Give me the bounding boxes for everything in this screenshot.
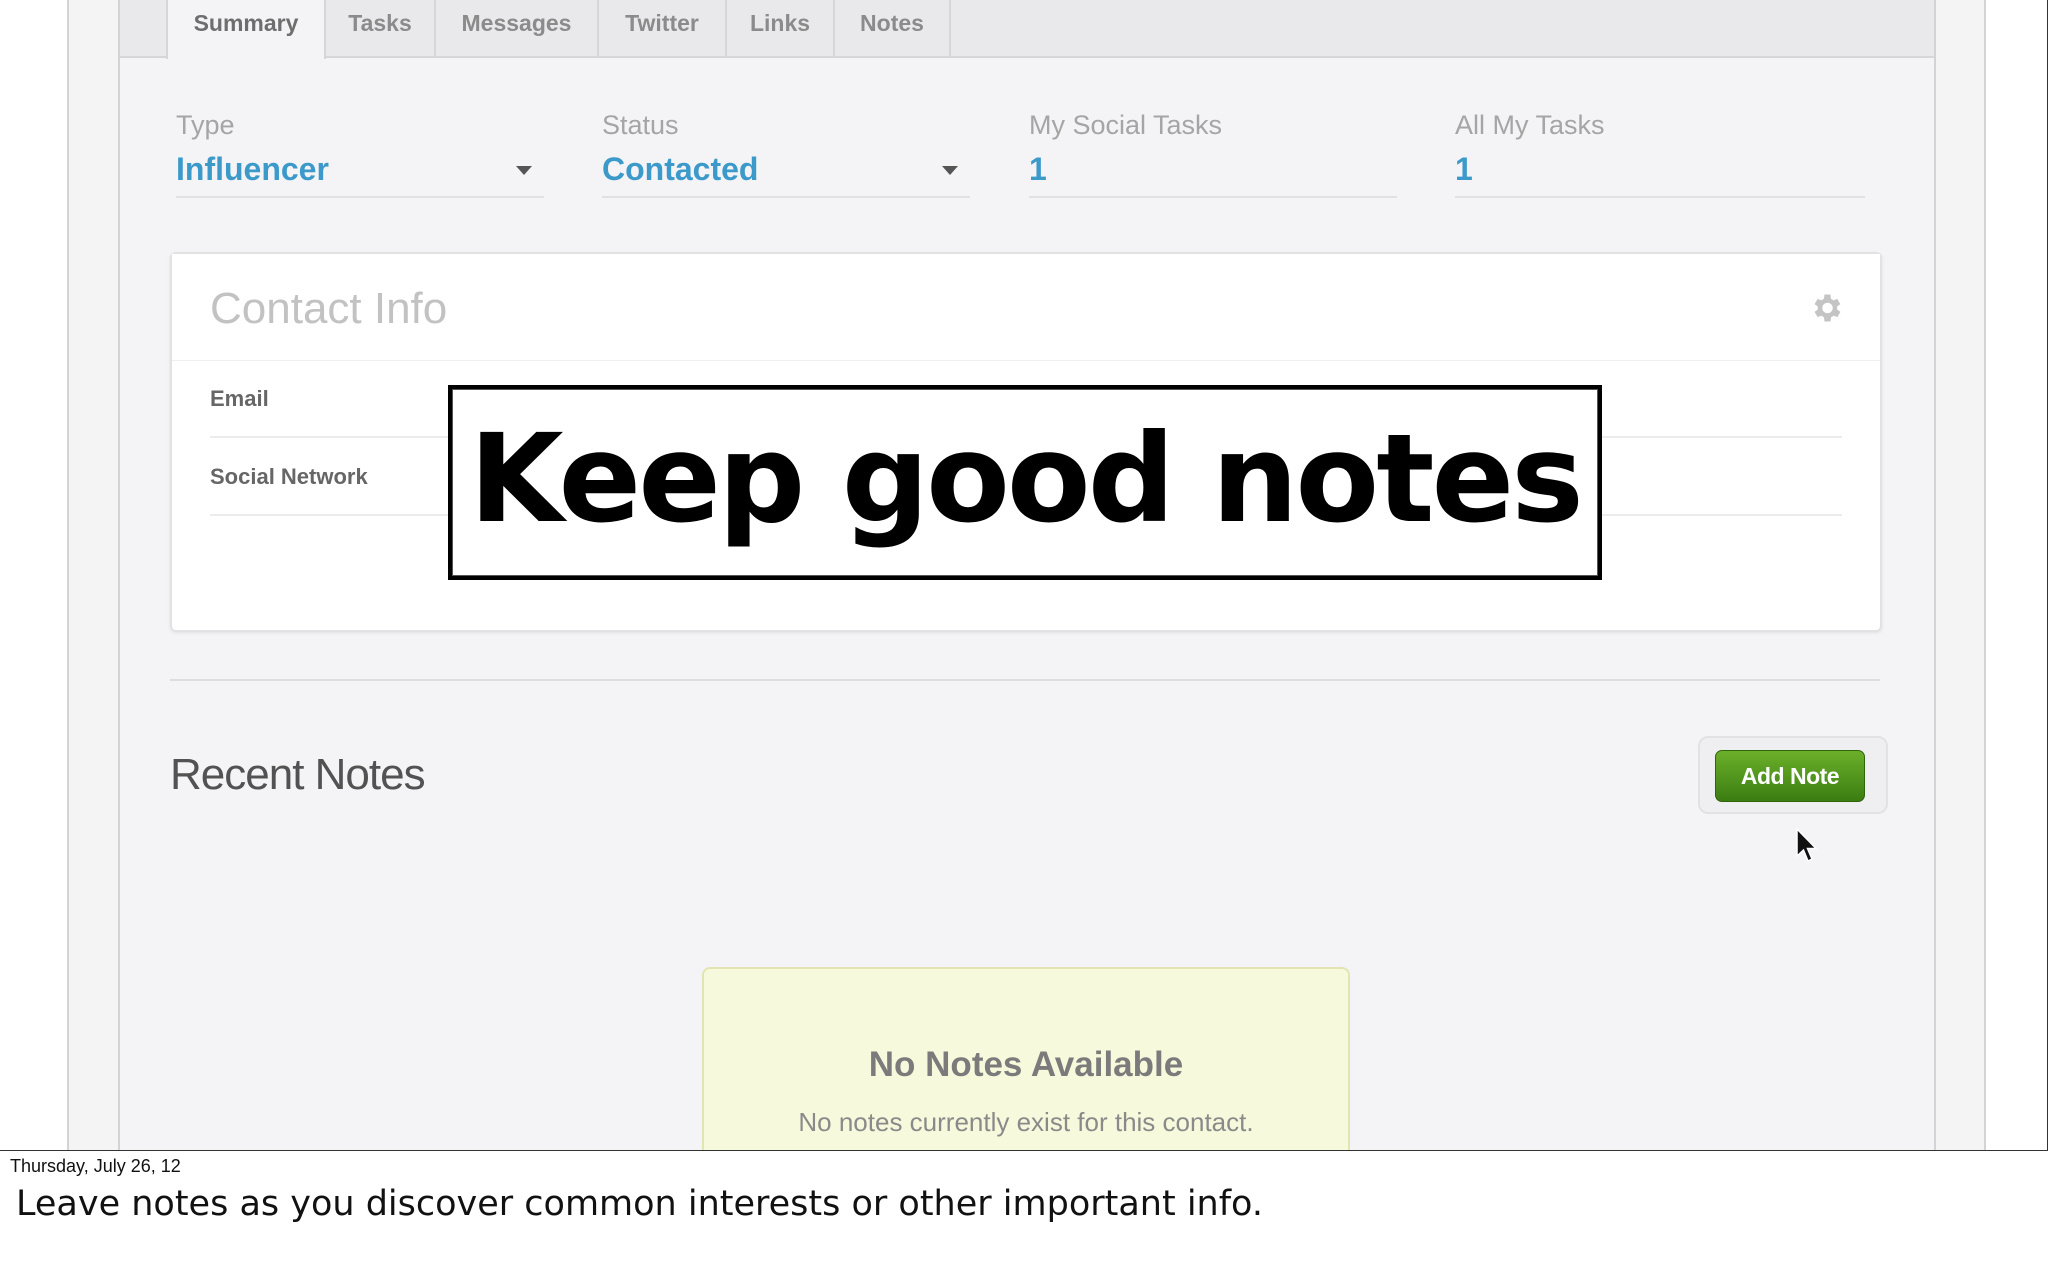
type-select[interactable]: Influencer xyxy=(176,146,544,198)
no-notes-subtitle: No notes currently exist for this contac… xyxy=(798,1107,1254,1137)
no-notes-message: No Notes Available No notes currently ex… xyxy=(702,967,1350,1150)
add-note-button-frame: Add Note xyxy=(1698,736,1888,814)
tab-bar: Summary Tasks Messages Twitter Links Not… xyxy=(120,0,1934,59)
slide-screenshot: Summary Tasks Messages Twitter Links Not… xyxy=(0,0,2048,1151)
tab-messages[interactable]: Messages xyxy=(436,0,599,56)
slide-caption-box: Keep good notes xyxy=(448,385,1602,580)
tab-twitter[interactable]: Twitter xyxy=(599,0,727,56)
section-divider xyxy=(170,679,1880,681)
status-label: Status xyxy=(602,110,679,140)
type-field: Type Influencer xyxy=(176,110,544,198)
slide-date: Thursday, July 26, 12 xyxy=(10,1156,181,1176)
my-social-tasks-field: My Social Tasks 1 xyxy=(1029,110,1397,198)
add-note-button[interactable]: Add Note xyxy=(1715,750,1865,802)
my-social-tasks-value: 1 xyxy=(1029,151,1047,187)
chevron-down-icon xyxy=(942,166,958,175)
type-label: Type xyxy=(176,110,235,140)
email-label: Email xyxy=(210,386,269,411)
all-my-tasks-field: All My Tasks 1 xyxy=(1455,110,1865,198)
chevron-down-icon xyxy=(516,166,532,175)
slide-caption-text: Keep good notes xyxy=(469,408,1584,550)
tab-tasks[interactable]: Tasks xyxy=(326,0,436,56)
status-value: Contacted xyxy=(602,151,759,187)
all-my-tasks-label: All My Tasks xyxy=(1455,110,1605,140)
status-field: Status Contacted xyxy=(602,110,970,198)
tab-links[interactable]: Links xyxy=(727,0,835,56)
no-notes-title: No Notes Available xyxy=(868,1045,1184,1084)
type-value: Influencer xyxy=(176,151,329,187)
status-select[interactable]: Contacted xyxy=(602,146,970,198)
tab-notes[interactable]: Notes xyxy=(835,0,951,56)
presenter-note: Leave notes as you discover common inter… xyxy=(16,1184,1263,1224)
cursor-icon xyxy=(1796,828,1818,863)
my-social-tasks-link[interactable]: 1 xyxy=(1029,146,1397,198)
all-my-tasks-value: 1 xyxy=(1455,151,1473,187)
gear-icon[interactable] xyxy=(1808,290,1844,326)
my-social-tasks-label: My Social Tasks xyxy=(1029,110,1223,140)
contact-info-header: Contact Info xyxy=(172,254,1880,361)
tab-summary[interactable]: Summary xyxy=(166,0,326,59)
social-network-label: Social Network xyxy=(210,464,368,489)
contact-info-title: Contact Info xyxy=(210,284,448,333)
recent-notes-title: Recent Notes xyxy=(170,750,426,799)
all-my-tasks-link[interactable]: 1 xyxy=(1455,146,1865,198)
